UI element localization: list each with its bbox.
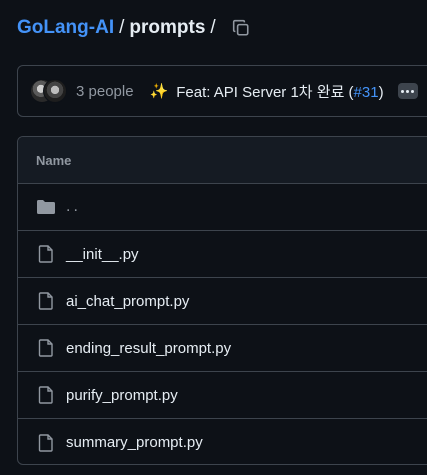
folder-icon <box>36 197 56 217</box>
copy-path-button[interactable] <box>230 17 252 39</box>
breadcrumb-current-directory: prompts <box>129 17 206 38</box>
file-row[interactable]: summary_prompt.py <box>18 419 427 464</box>
latest-commit-bar: 3 people ✨ Feat: API Server 1차 완료 (#31) <box>17 65 427 117</box>
commit-message-text: Feat: API Server 1차 완료 ( <box>176 83 354 101</box>
file-icon <box>36 433 56 453</box>
file-name: ending_result_prompt.py <box>66 339 232 357</box>
file-name: purify_prompt.py <box>66 386 178 404</box>
pull-request-link[interactable]: #31 <box>354 84 379 101</box>
parent-directory-label: .. <box>66 198 81 215</box>
breadcrumb-trailing-separator: / <box>210 17 216 38</box>
commit-message[interactable]: Feat: API Server 1차 완료 (#31) <box>176 81 383 102</box>
table-header-name: Name <box>18 137 427 184</box>
file-row[interactable]: ai_chat_prompt.py <box>18 278 427 325</box>
contributor-avatars[interactable] <box>30 79 68 103</box>
sparkle-emoji: ✨ <box>149 83 169 100</box>
breadcrumb-repo-link[interactable]: GoLang-AI <box>17 17 114 39</box>
file-icon <box>36 338 56 358</box>
copy-icon <box>232 19 249 36</box>
kebab-menu-icon[interactable] <box>397 83 418 99</box>
file-row[interactable]: purify_prompt.py <box>18 372 427 419</box>
file-name: summary_prompt.py <box>66 434 203 451</box>
file-row[interactable]: ending_result_prompt.py <box>18 325 427 372</box>
file-icon <box>36 244 56 264</box>
file-name: ai_chat_prompt.py <box>66 292 190 310</box>
parent-directory-row[interactable]: .. <box>18 184 427 231</box>
repo-directory-view: GoLang-AI / prompts / 3 people ✨ Feat: A… <box>0 0 427 475</box>
file-icon <box>36 385 56 405</box>
file-row[interactable]: __init__.py <box>18 231 427 278</box>
breadcrumb-separator: / <box>119 17 125 38</box>
contributors-count[interactable]: 3 people <box>76 83 134 100</box>
commit-message-suffix: ) <box>378 83 384 101</box>
avatar <box>43 79 67 103</box>
file-name: __init__.py <box>66 245 139 263</box>
breadcrumb: GoLang-AI / prompts / <box>17 16 252 40</box>
file-table: Name .. __init__.py ai_chat_prompt.py en… <box>17 136 427 465</box>
file-icon <box>36 291 56 311</box>
